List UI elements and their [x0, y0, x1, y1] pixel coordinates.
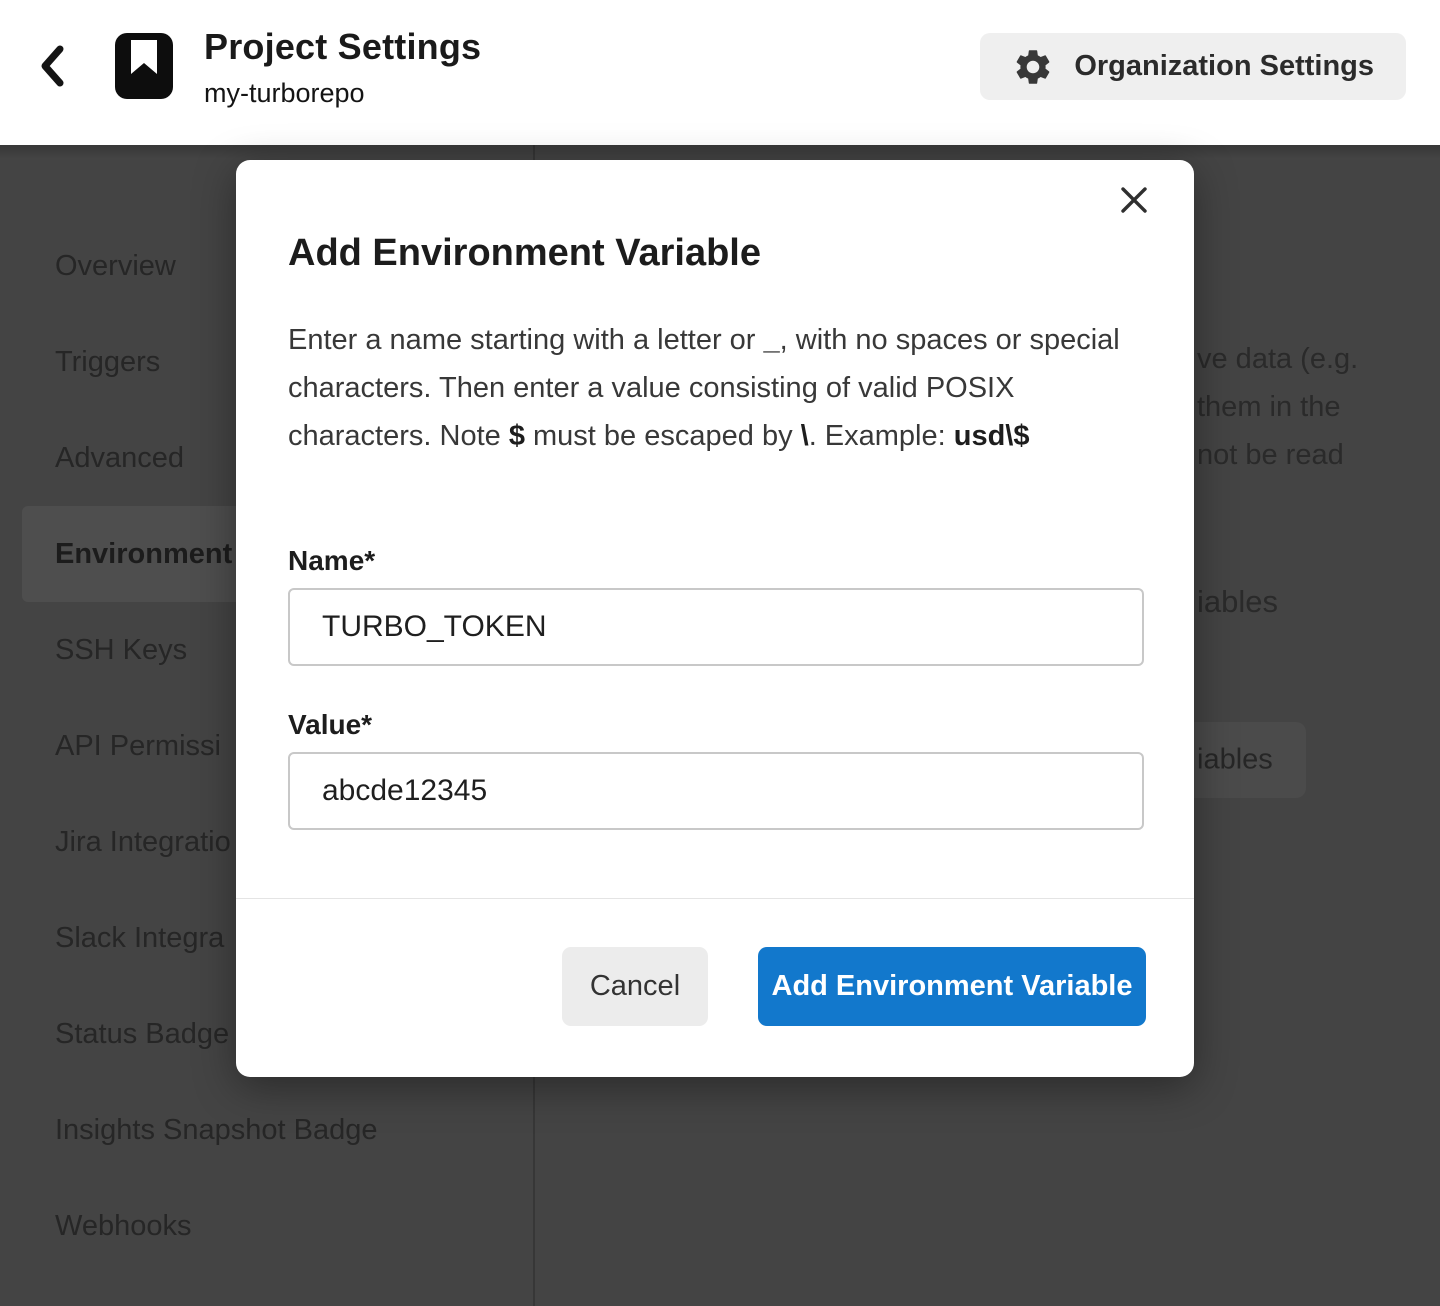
dialog-description: Enter a name starting with a letter or _… — [288, 316, 1134, 460]
close-icon — [1118, 184, 1150, 221]
chevron-left-icon — [38, 44, 66, 93]
page-title: Project Settings — [204, 26, 481, 68]
sidebar-item-label: Insights Snapshot Badge — [55, 1114, 377, 1147]
value-input[interactable] — [288, 752, 1144, 830]
description-bold-underscore: _ — [764, 324, 780, 356]
background-text-fragment: not be read — [1197, 439, 1344, 472]
dialog-title: Add Environment Variable — [288, 232, 761, 275]
app-header: Project Settings my-turborepo Organizati… — [0, 0, 1440, 145]
add-environment-variable-button[interactable]: Add Environment Variable — [758, 947, 1146, 1026]
screen: Overview Triggers Advanced Environment S… — [0, 0, 1440, 1306]
sidebar-item-insights-snapshot-badge[interactable]: Insights Snapshot Badge — [22, 1082, 511, 1178]
project-name: my-turborepo — [204, 78, 365, 109]
sidebar-item-label: SSH Keys — [55, 634, 187, 667]
description-text: Enter a name starting with a letter or — [288, 324, 764, 356]
sidebar-item-label: API Permissi — [55, 730, 221, 763]
add-environment-variable-dialog: Add Environment Variable Enter a name st… — [236, 160, 1194, 1077]
sidebar-item-label: Status Badge — [55, 1018, 229, 1051]
sidebar-item-label: Overview — [55, 250, 176, 283]
sidebar-item-label: Jira Integratio — [55, 826, 231, 859]
background-button-label: iables — [1197, 744, 1273, 777]
close-button[interactable] — [1116, 184, 1152, 220]
name-field-label: Name* — [288, 545, 375, 577]
name-input[interactable] — [288, 588, 1144, 666]
sidebar-item-label: Environment — [55, 538, 232, 571]
project-bookmark-icon — [115, 33, 173, 99]
sidebar-item-webhooks[interactable]: Webhooks — [22, 1178, 511, 1274]
organization-settings-button[interactable]: Organization Settings — [980, 33, 1406, 100]
sidebar-item-label: Slack Integra — [55, 922, 224, 955]
cancel-button[interactable]: Cancel — [562, 947, 708, 1026]
sidebar-item-label: Advanced — [55, 442, 184, 475]
description-text: . Example: — [809, 420, 954, 452]
value-field-label: Value* — [288, 709, 372, 741]
background-text-fragment: ve data (e.g. — [1197, 343, 1358, 376]
description-bold-dollar: $ — [509, 420, 525, 452]
organization-settings-label: Organization Settings — [1074, 50, 1374, 83]
gear-icon — [1012, 46, 1054, 88]
sidebar-item-label: Webhooks — [55, 1210, 192, 1243]
sidebar-item-label: Triggers — [55, 346, 160, 379]
background-heading-fragment: iables — [1197, 584, 1278, 620]
back-button[interactable] — [30, 44, 74, 92]
background-text-fragment: them in the — [1197, 391, 1340, 424]
description-text: must be escaped by — [525, 420, 801, 452]
description-bold-backslash: \ — [801, 420, 809, 452]
description-bold-example: usd\$ — [954, 420, 1030, 452]
footer-divider — [236, 898, 1194, 899]
